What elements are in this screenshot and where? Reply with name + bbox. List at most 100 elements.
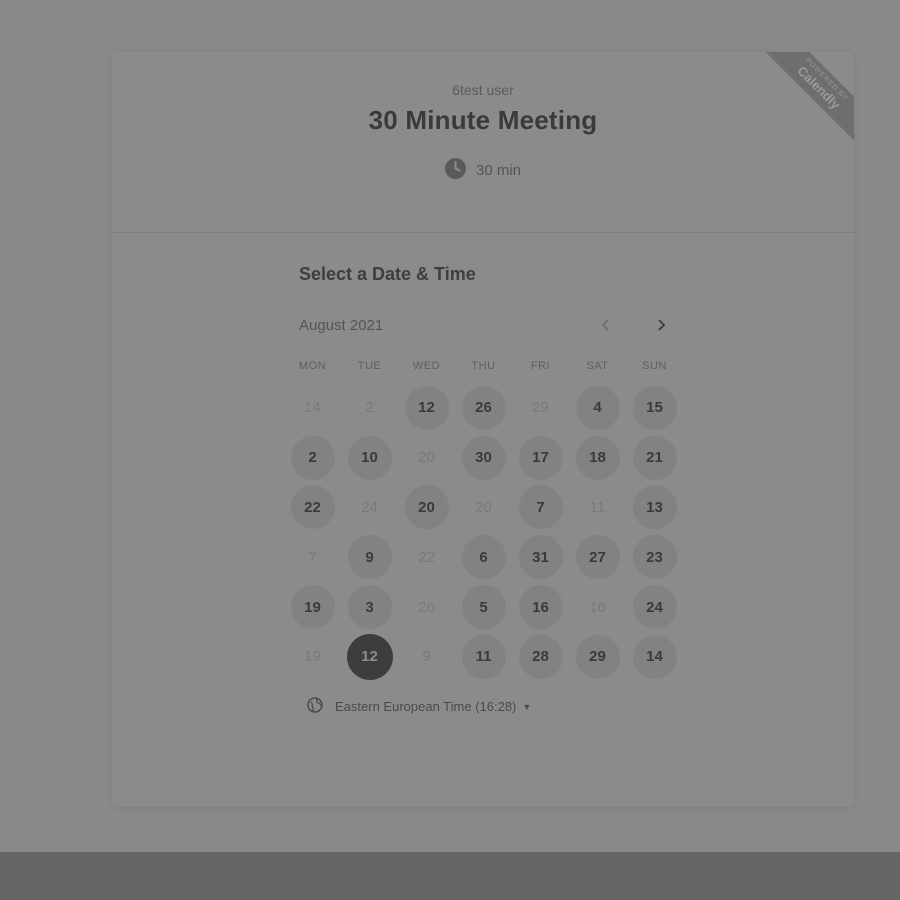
calendar-day-available[interactable]: 24 — [632, 585, 677, 630]
weekday-label: TUE — [357, 360, 382, 372]
calendar-day-available[interactable]: 16 — [518, 585, 563, 630]
calendar-day-available[interactable]: 7 — [518, 485, 563, 530]
calendar-cell: 20 — [398, 436, 455, 480]
calendar-day-available[interactable]: 9 — [347, 535, 392, 580]
caret-down-icon: ▼ — [522, 701, 532, 712]
page-footer — [0, 852, 900, 900]
calendar-cell: 6 — [455, 535, 512, 580]
calendar-week-row: 7 9 22 6 31 27 23 — [284, 532, 683, 582]
badge-powered-by: POWERED BY — [803, 57, 850, 103]
calendar-day-available[interactable]: 4 — [575, 385, 620, 430]
calendar-day-available[interactable]: 19 — [290, 585, 335, 630]
calendar-cell: 9 — [398, 635, 455, 679]
calendar-cell: 19 — [284, 635, 341, 679]
calendar-cell: 7 — [284, 535, 341, 579]
calendar-day-available[interactable]: 13 — [632, 485, 677, 530]
calendar-grid: MON TUE WED THU FRI SAT SUN 14 2 12 26 29 4 15… — [284, 360, 683, 682]
calendar-day-unavailable: 7 — [308, 548, 317, 566]
timezone-selector[interactable]: Eastern European Time (16:28) ▼ — [307, 697, 531, 716]
calendar-day-available[interactable]: 21 — [632, 435, 677, 480]
calendar-day-available[interactable]: 31 — [518, 535, 563, 580]
calendar-cell: 20 — [398, 485, 455, 530]
weekday-label: SUN — [642, 360, 667, 372]
calendar-day-available[interactable]: 27 — [575, 535, 620, 580]
calendar-day-available[interactable]: 12 — [404, 385, 449, 430]
calendar-week-row: 14 2 12 26 29 4 15 — [284, 383, 683, 433]
powered-by-badge[interactable]: POWERED BY Calendly — [738, 52, 854, 152]
calendar-day-unavailable: 11 — [589, 498, 606, 516]
calendar-cell: 12 — [341, 633, 398, 680]
calendar-cell: 20 — [455, 485, 512, 529]
calendar-day-available[interactable]: 23 — [632, 535, 677, 580]
calendar-cell: 26 — [455, 385, 512, 430]
timezone-label: Eastern European Time (16:28) — [335, 699, 517, 714]
calendar-cell: 21 — [626, 435, 683, 480]
calendar-cell: 11 — [455, 634, 512, 679]
calendar-cell: 28 — [512, 634, 569, 679]
calendar-cell: 14 — [284, 386, 341, 430]
calendar-cell: 24 — [341, 485, 398, 529]
calendar-day-available[interactable]: 30 — [461, 435, 506, 480]
calendar-cell: 10 — [341, 435, 398, 480]
calendar-day-available[interactable]: 2 — [290, 435, 335, 480]
calendar-day-unavailable: 19 — [304, 648, 321, 666]
calendar-cell: 16 — [512, 585, 569, 630]
calendar-cell: 2 — [341, 386, 398, 430]
chevron-left-icon[interactable] — [598, 314, 614, 336]
calendar-day-available[interactable]: 14 — [632, 634, 677, 679]
calendar-day-unavailable: 14 — [304, 399, 321, 417]
calendar-cell: 22 — [398, 535, 455, 579]
calendar-cell: 7 — [512, 485, 569, 530]
booking-card: 6test user 30 Minute Meeting 30 min POWE… — [112, 52, 854, 807]
calendar-cell: 5 — [455, 585, 512, 630]
calendar-day-available[interactable]: 18 — [575, 435, 620, 480]
calendar-day-available[interactable]: 10 — [347, 435, 392, 480]
calendar-cell: 14 — [626, 634, 683, 679]
weekday-label: THU — [471, 360, 496, 372]
weekday-label: SAT — [586, 360, 609, 372]
calendar-cell: 26 — [398, 585, 455, 629]
calendar-day-unavailable: 29 — [532, 399, 549, 417]
calendar-week-row: 2 10 20 30 17 18 21 — [284, 433, 683, 483]
calendar-day-available[interactable]: 3 — [347, 585, 392, 630]
calendar-day-unavailable: 2 — [365, 399, 374, 417]
calendar-cell: 3 — [341, 585, 398, 630]
calendar-day-unavailable: 20 — [475, 498, 492, 516]
calendar-day-available[interactable]: 22 — [290, 485, 335, 530]
calendar-cell: 23 — [626, 535, 683, 580]
calendar-day-unavailable: 22 — [418, 548, 435, 566]
calendar-day-available[interactable]: 6 — [461, 535, 506, 580]
calendar-day-available[interactable]: 20 — [404, 485, 449, 530]
calendar-day-available[interactable]: 15 — [632, 385, 677, 430]
calendar-day-unavailable: 9 — [422, 648, 431, 666]
calendar-day-unavailable: 16 — [589, 598, 606, 616]
calendar-cell: 2 — [284, 435, 341, 480]
calendar-cell: 13 — [626, 485, 683, 530]
duration-label: 30 min — [475, 162, 522, 179]
calendar-cell: 27 — [569, 535, 626, 580]
calendar-day-available[interactable]: 26 — [461, 385, 506, 430]
calendar-cell: 4 — [569, 385, 626, 430]
calendar-week-row: 19 3 26 5 16 16 24 — [284, 582, 683, 632]
calendar-cell: 22 — [284, 485, 341, 530]
calendar-cell: 12 — [398, 385, 455, 430]
calendar-cell: 19 — [284, 585, 341, 630]
calendar-cell: 16 — [569, 585, 626, 629]
calendar-week-row: 22 24 20 20 7 11 13 — [284, 483, 683, 533]
calendar-day-available[interactable]: 5 — [461, 585, 506, 630]
calendar-day-available[interactable]: 17 — [518, 435, 563, 480]
calendar-day-unavailable: 20 — [418, 449, 435, 467]
calendar-day-available[interactable]: 11 — [461, 634, 506, 679]
calendar-day-selected[interactable]: 12 — [346, 633, 393, 680]
weekday-header: MON TUE WED THU FRI SAT SUN — [284, 360, 683, 372]
calendar-cell: 15 — [626, 385, 683, 430]
chevron-right-icon[interactable] — [653, 314, 669, 336]
calendar-day-available[interactable]: 29 — [575, 634, 620, 679]
badge-brand: Calendly — [794, 63, 844, 113]
month-label: August 2021 — [299, 317, 384, 334]
event-duration: 30 min — [112, 158, 854, 183]
weekday-label: WED — [412, 360, 441, 372]
calendar-cell: 30 — [455, 435, 512, 480]
header-divider — [112, 232, 854, 233]
calendar-day-available[interactable]: 28 — [518, 634, 563, 679]
